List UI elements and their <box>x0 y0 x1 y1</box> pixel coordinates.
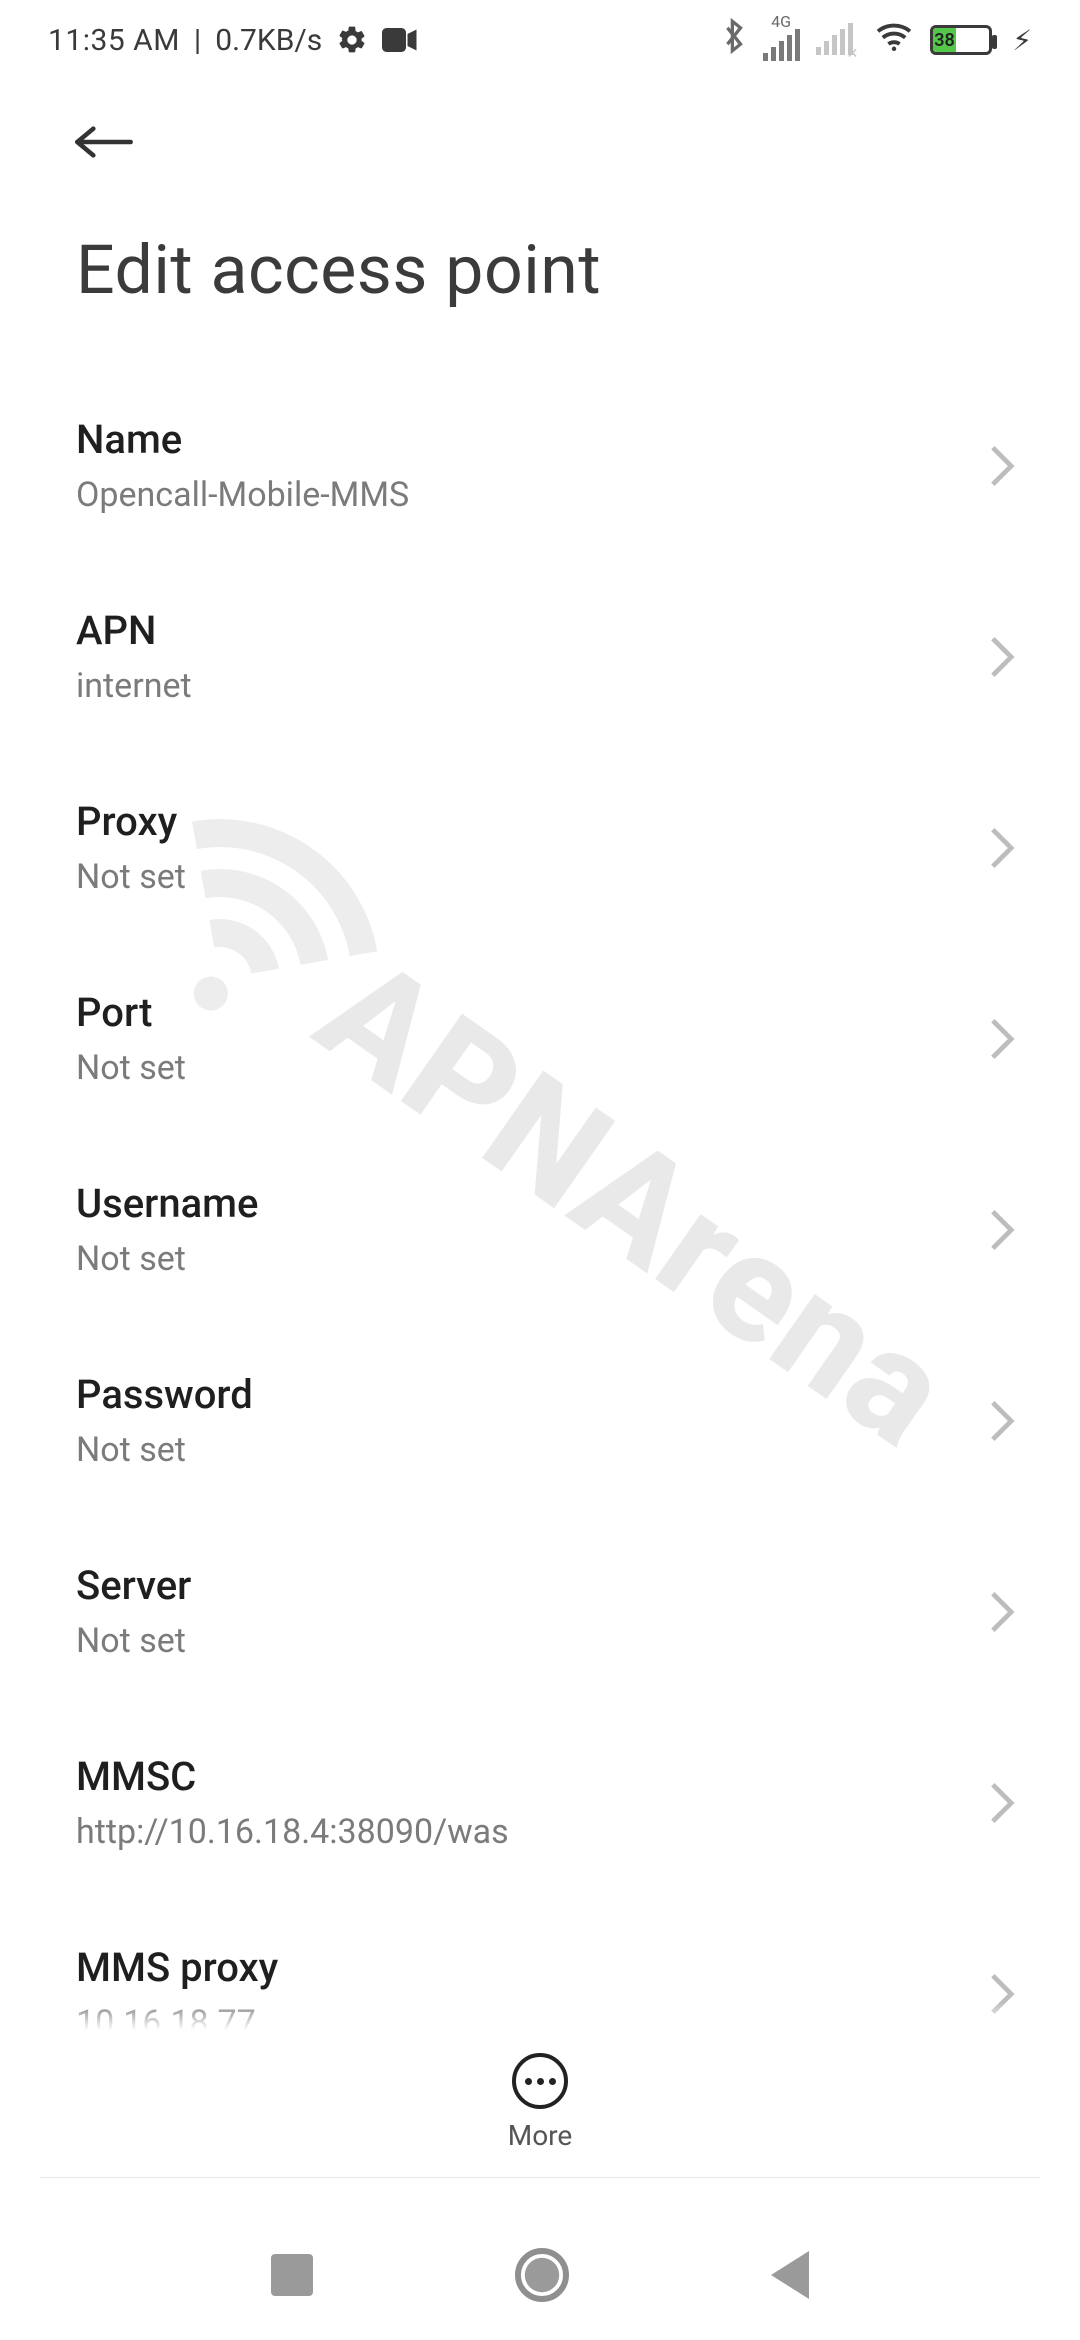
row-value: 10.16.18.77 <box>76 2003 278 2030</box>
chevron-right-icon <box>988 1781 1016 1825</box>
row-label: Proxy <box>76 798 186 845</box>
settings-list: Name Opencall-Mobile-MMS APN internet Pr… <box>0 310 1080 2030</box>
chevron-right-icon <box>988 635 1016 679</box>
row-value: Opencall-Mobile-MMS <box>76 475 409 515</box>
row-label: MMSC <box>76 1753 509 1800</box>
row-name[interactable]: Name Opencall-Mobile-MMS <box>76 370 1016 561</box>
row-username[interactable]: Username Not set <box>76 1134 1016 1325</box>
status-time: 11:35 AM <box>48 23 180 58</box>
row-label: MMS proxy <box>76 1944 278 1991</box>
more-label: More <box>508 2119 573 2152</box>
row-value: http://10.16.18.4:38090/was <box>76 1812 509 1852</box>
row-apn[interactable]: APN internet <box>76 561 1016 752</box>
status-bar: 11:35 AM | 0.7KB/s 4G ✕ 38 ⚡︎ <box>0 0 1080 80</box>
row-value: internet <box>76 666 192 706</box>
row-value: Not set <box>76 857 186 897</box>
cellular-signal-2: ✕ <box>816 25 859 55</box>
chevron-right-icon <box>988 1017 1016 1061</box>
page-title: Edit access point <box>0 230 1080 310</box>
cellular-signal-1: 4G <box>763 19 800 61</box>
row-value: Not set <box>76 1430 253 1470</box>
row-label: Username <box>76 1180 258 1227</box>
row-mmsc[interactable]: MMSC http://10.16.18.4:38090/was <box>76 1707 1016 1898</box>
row-server[interactable]: Server Not set <box>76 1516 1016 1707</box>
chevron-right-icon <box>988 444 1016 488</box>
nav-back-button[interactable] <box>771 2251 809 2299</box>
more-button[interactable]: More <box>0 2053 1080 2152</box>
charging-icon: ⚡︎ <box>1012 24 1032 57</box>
bluetooth-icon <box>721 18 747 62</box>
row-proxy[interactable]: Proxy Not set <box>76 752 1016 943</box>
row-label: APN <box>76 607 192 654</box>
status-data-rate: 0.7KB/s <box>215 23 322 58</box>
row-value: Not set <box>76 1621 191 1661</box>
battery-percent: 38 <box>933 28 955 52</box>
battery-icon: 38 <box>930 25 992 55</box>
row-label: Password <box>76 1371 253 1418</box>
row-label: Name <box>76 416 409 463</box>
divider <box>40 2177 1040 2178</box>
chevron-right-icon <box>988 1399 1016 1443</box>
settings-icon <box>336 24 368 56</box>
chevron-right-icon <box>988 826 1016 870</box>
row-value: Not set <box>76 1239 258 1279</box>
more-icon <box>512 2053 568 2109</box>
row-label: Server <box>76 1562 191 1609</box>
system-nav-bar <box>0 2248 1080 2302</box>
chevron-right-icon <box>988 1590 1016 1634</box>
row-mms-proxy[interactable]: MMS proxy 10.16.18.77 <box>76 1898 1016 2030</box>
row-label: Port <box>76 989 186 1036</box>
chevron-right-icon <box>988 1208 1016 1252</box>
chevron-right-icon <box>988 1972 1016 2016</box>
video-icon <box>382 27 418 53</box>
nav-home-button[interactable] <box>515 2248 569 2302</box>
status-sep: | <box>194 23 201 58</box>
row-password[interactable]: Password Not set <box>76 1325 1016 1516</box>
back-button[interactable] <box>72 110 136 174</box>
nav-recent-button[interactable] <box>271 2254 313 2296</box>
wifi-icon <box>874 20 914 60</box>
row-port[interactable]: Port Not set <box>76 943 1016 1134</box>
row-value: Not set <box>76 1048 186 1088</box>
